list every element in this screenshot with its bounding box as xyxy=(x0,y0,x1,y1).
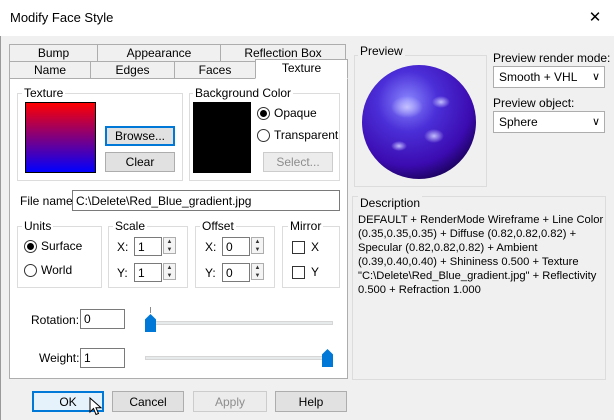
rotation-slider-tick xyxy=(150,307,151,313)
clear-button[interactable]: Clear xyxy=(105,152,175,172)
preview-label: Preview xyxy=(358,44,405,58)
background-color-group-label: Background Color xyxy=(193,86,294,100)
scale-x-label: X: xyxy=(117,240,129,254)
world-radio[interactable] xyxy=(24,264,37,277)
offset-y-input[interactable] xyxy=(222,263,250,282)
rotation-label: Rotation: xyxy=(31,313,80,327)
opaque-label: Opaque xyxy=(274,106,317,120)
description-line: (0.35,0.35,0.35) + Diffuse (0.82,0.82,0.… xyxy=(358,228,577,240)
preview-render-mode-dropdown[interactable]: Smooth + VHL ∨ xyxy=(493,66,605,88)
units-group-label: Units xyxy=(22,219,54,233)
mirror-y-checkbox[interactable] xyxy=(292,266,305,279)
offset-y-label: Y: xyxy=(205,266,216,280)
tab-bump[interactable]: Bump xyxy=(9,44,98,62)
description-line: DEFAULT + RenderMode Wireframe + Line Co… xyxy=(358,214,604,226)
world-label: World xyxy=(41,263,73,277)
close-icon[interactable]: ✕ xyxy=(584,8,606,28)
opaque-radio[interactable] xyxy=(257,107,270,120)
offset-x-label: X: xyxy=(205,240,217,254)
description-line: (0.39,0.40,0.40) + Shininess 0.500 + Tex… xyxy=(358,256,579,268)
browse-button[interactable]: Browse... xyxy=(105,126,175,146)
chevron-down-icon: ∨ xyxy=(591,71,600,83)
rotation-input[interactable] xyxy=(80,309,125,329)
description-line: "C:\Delete\Red_Blue_gradient.jpg" + Refl… xyxy=(358,270,597,282)
rotation-slider-track[interactable] xyxy=(145,321,333,325)
texture-thumbnail xyxy=(25,102,96,173)
tab-edges[interactable]: Edges xyxy=(90,61,175,79)
help-button[interactable]: Help xyxy=(275,391,347,412)
description-line: Specular (0.82,0.82,0.82) + Ambient xyxy=(358,242,538,254)
preview-render-mode-label: Preview render mode: xyxy=(493,51,611,65)
weight-slider-track[interactable] xyxy=(145,356,333,360)
scale-y-input[interactable] xyxy=(134,263,162,282)
transparent-radio[interactable] xyxy=(257,129,270,142)
preview-sphere xyxy=(362,65,476,179)
select-color-button[interactable]: Select... xyxy=(263,152,333,172)
chevron-down-icon: ∨ xyxy=(591,116,600,128)
offset-y-spinner[interactable]: ▲ ▼ xyxy=(251,263,264,280)
offset-x-input[interactable] xyxy=(222,237,250,256)
file-name-label: File name: xyxy=(20,194,77,208)
scale-y-label: Y: xyxy=(117,266,128,280)
preview-render-mode-value: Smooth + VHL xyxy=(499,70,578,84)
units-group xyxy=(17,226,102,288)
apply-button[interactable]: Apply xyxy=(193,391,267,412)
scale-group-label: Scale xyxy=(113,219,148,233)
mirror-x-checkbox[interactable] xyxy=(292,241,305,254)
scale-x-input[interactable] xyxy=(134,237,162,256)
tab-faces[interactable]: Faces xyxy=(174,61,256,79)
weight-label: Weight: xyxy=(39,351,80,365)
weight-input[interactable] xyxy=(80,348,125,368)
preview-object-value: Sphere xyxy=(499,115,538,129)
tab-texture[interactable]: Texture xyxy=(255,59,348,79)
background-color-swatch xyxy=(193,102,251,173)
preview-object-dropdown[interactable]: Sphere ∨ xyxy=(493,111,605,133)
scale-y-spinner[interactable]: ▲ ▼ xyxy=(163,263,176,280)
description-label: Description xyxy=(358,196,423,210)
surface-radio[interactable] xyxy=(24,240,37,253)
mirror-group-label: Mirror xyxy=(288,219,324,233)
scale-x-spinner[interactable]: ▲ ▼ xyxy=(163,237,176,254)
tab-name[interactable]: Name xyxy=(9,61,91,79)
surface-label: Surface xyxy=(41,239,83,253)
window-border xyxy=(0,36,1,420)
description-line: 0.500 + Refraction 1.000 xyxy=(358,284,481,296)
preview-object-label: Preview object: xyxy=(493,96,575,110)
tab-appearance[interactable]: Appearance xyxy=(97,44,221,62)
offset-x-spinner[interactable]: ▲ ▼ xyxy=(251,237,264,254)
file-name-input[interactable] xyxy=(72,190,340,211)
transparent-label: Transparent xyxy=(274,128,339,142)
mirror-x-label: X xyxy=(311,240,320,254)
mirror-y-label: Y xyxy=(311,265,320,279)
offset-group-label: Offset xyxy=(200,219,236,233)
window-title: Modify Face Style xyxy=(10,10,114,25)
texture-group-label: Texture xyxy=(22,86,66,100)
cancel-button[interactable]: Cancel xyxy=(112,391,184,412)
mouse-cursor-icon xyxy=(89,397,103,416)
description-text: DEFAULT + RenderMode Wireframe + Line Co… xyxy=(358,213,604,297)
